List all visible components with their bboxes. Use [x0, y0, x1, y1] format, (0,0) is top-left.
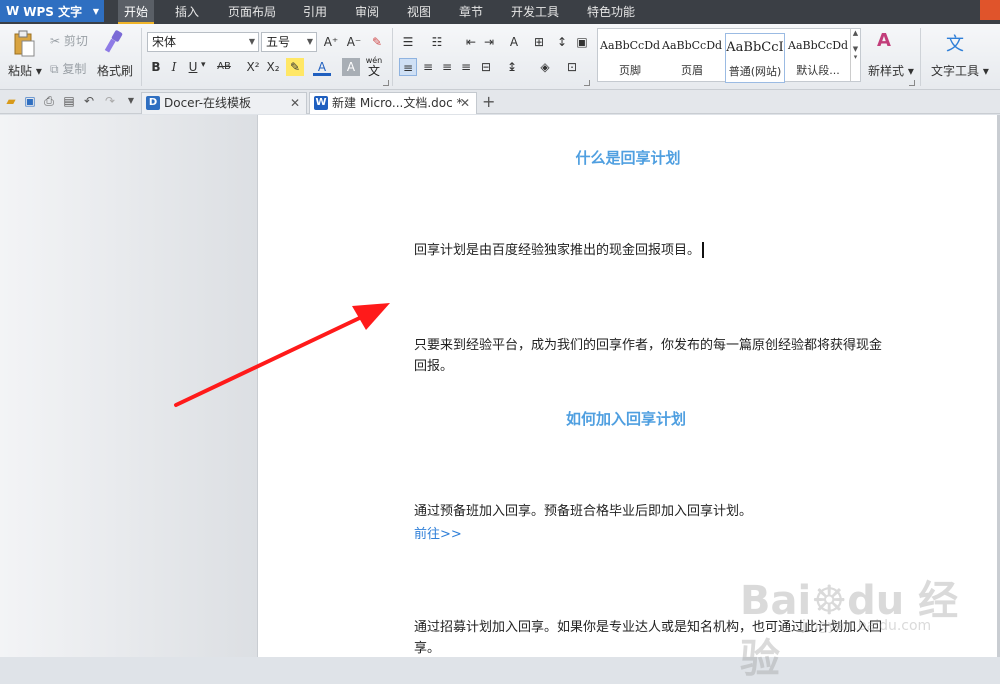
baidu-watermark: Bai☸du 经验 jingyan.baidu.com: [740, 560, 990, 682]
watermark-url: jingyan.baidu.com: [802, 618, 932, 634]
annotation-arrow: [174, 303, 390, 407]
